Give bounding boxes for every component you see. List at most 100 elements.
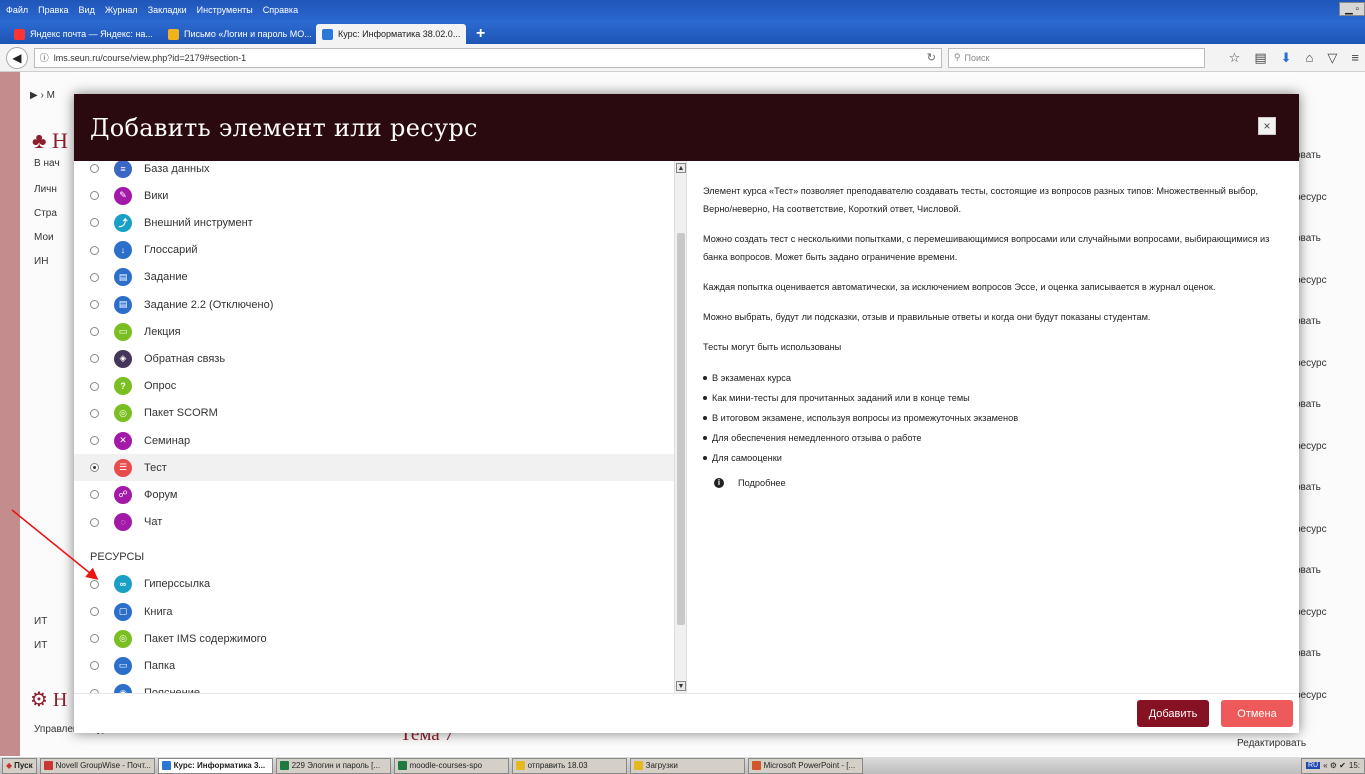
search-input[interactable]: ⚲ Поиск — [947, 47, 1205, 68]
radio-button[interactable] — [90, 327, 99, 337]
activity-option[interactable]: ◎ Пакет IMS содержимого — [74, 625, 674, 652]
radio-button[interactable] — [90, 408, 99, 418]
download-icon[interactable]: ⬇ — [1281, 50, 1292, 66]
taskbar-item-label: 229 Элогин и пароль [... — [291, 761, 381, 770]
radio-button[interactable] — [90, 272, 99, 282]
bg-section-action[interactable]: овать — [1295, 565, 1365, 576]
taskbar-item-1[interactable]: Курс: Информатика 3... — [157, 757, 273, 774]
activity-option[interactable]: ▢ Книга — [74, 598, 674, 625]
taskbar-item-6[interactable]: Microsoft PowerPoint - [... — [747, 757, 863, 774]
language-indicator[interactable]: RU — [1305, 762, 1321, 769]
activity-option[interactable]: ◌ Чат — [74, 509, 674, 536]
menu-item-0[interactable]: Файл — [6, 5, 28, 15]
activity-option[interactable]: ? Опрос — [74, 373, 674, 400]
taskbar-item-4[interactable]: отправить 18.03 — [511, 757, 627, 774]
scroll-up-arrow[interactable]: ▲ — [676, 163, 686, 173]
bg-section-action[interactable]: овать — [1295, 482, 1365, 493]
scroll-down-arrow[interactable]: ▼ — [676, 681, 686, 691]
bg-section-action[interactable]: ресурс — [1295, 358, 1365, 369]
tab-close-icon[interactable]: × — [465, 29, 466, 40]
activity-label: База данных — [144, 162, 210, 175]
activity-option[interactable]: ◉Пояснение — [74, 680, 674, 693]
menu-item-3[interactable]: Журнал — [105, 5, 138, 15]
activity-option[interactable]: ◈ Обратная связь — [74, 345, 674, 372]
start-button[interactable]: ◆ Пуск — [2, 757, 37, 774]
info-icon[interactable]: ⓘ — [40, 51, 49, 64]
bg-section-action[interactable]: ресурс — [1295, 690, 1365, 701]
back-button[interactable]: ◀ — [6, 46, 28, 69]
activity-label: Семинар — [144, 434, 191, 447]
radio-button[interactable] — [90, 579, 99, 589]
bg-section-action[interactable]: овать — [1295, 399, 1365, 410]
menu-item-2[interactable]: Вид — [79, 5, 95, 15]
activity-option[interactable]: ☍ Форум — [74, 481, 674, 508]
radio-button[interactable] — [90, 517, 99, 527]
taskbar-item-2[interactable]: 229 Элогин и пароль [... — [275, 757, 391, 774]
activity-label: Вики — [144, 189, 169, 202]
radio-button[interactable] — [90, 354, 99, 364]
activity-option[interactable]: ▭ Папка — [74, 652, 674, 679]
radio-button[interactable] — [90, 661, 99, 671]
radio-button[interactable] — [90, 164, 99, 173]
activity-option[interactable]: ⤴ Внешний инструмент — [74, 209, 674, 236]
menu-item-4[interactable]: Закладки — [148, 5, 187, 15]
radio-button[interactable] — [90, 381, 99, 391]
edit-link[interactable]: Редактировать — [1237, 738, 1357, 749]
browser-tab-2[interactable]: Курс: Информатика 38.02.0... × — [316, 24, 466, 44]
menu-icon[interactable]: ≡ — [1351, 50, 1359, 66]
new-tab-button[interactable]: + — [470, 24, 491, 44]
bg-section-action[interactable]: ресурс — [1295, 275, 1365, 286]
scroll-thumb[interactable] — [677, 233, 685, 625]
pocket-icon[interactable]: ▽ — [1327, 50, 1337, 66]
cancel-button[interactable]: Отмена — [1221, 700, 1293, 727]
activity-option[interactable]: ▤ Задание — [74, 264, 674, 291]
usage-item: Для самооценки — [703, 448, 1285, 468]
radio-button[interactable] — [90, 607, 99, 616]
add-button[interactable]: Добавить — [1137, 700, 1209, 727]
activity-option[interactable]: ▤ Задание 2.2 (Отключено) — [74, 291, 674, 318]
home-icon[interactable]: ⌂ — [1306, 50, 1314, 66]
url-bar[interactable]: ⓘ lms.seun.ru/course/view.php?id=2179#se… — [33, 47, 942, 68]
activity-option[interactable]: ◎ Пакет SCORM — [74, 400, 674, 427]
close-button[interactable]: × — [1258, 117, 1276, 135]
radio-button[interactable] — [90, 300, 99, 309]
radio-button[interactable] — [90, 634, 99, 644]
bg-section-action[interactable]: овать — [1295, 150, 1365, 161]
info-circle-icon: i — [714, 478, 724, 488]
window-controls[interactable]: ▁ ▫ — [1339, 2, 1365, 16]
radio-button[interactable] — [90, 245, 99, 255]
taskbar-item-5[interactable]: Загрузки — [629, 757, 745, 774]
reading-list-icon[interactable]: ▤ — [1254, 50, 1266, 66]
bg-section-action[interactable]: ресурс — [1295, 441, 1365, 452]
radio-button[interactable] — [90, 191, 99, 201]
reload-icon[interactable]: ↻ — [927, 51, 936, 64]
menu-item-1[interactable]: Правка — [38, 5, 68, 15]
activity-option[interactable]: ✎ Вики — [74, 182, 674, 209]
bg-section-action[interactable]: овать — [1295, 648, 1365, 659]
taskbar-item-3[interactable]: moodle-courses-spo — [393, 757, 509, 774]
activity-option[interactable]: ↓ Глоссарий — [74, 237, 674, 264]
menu-item-6[interactable]: Справка — [263, 5, 298, 15]
radio-button[interactable] — [90, 463, 99, 473]
menu-item-5[interactable]: Инструменты — [197, 5, 253, 15]
bg-section-action[interactable]: овать — [1295, 316, 1365, 327]
radio-button[interactable] — [90, 218, 99, 228]
browser-tab-1[interactable]: Письмо «Логин и пароль МО...× — [162, 24, 312, 44]
activity-option[interactable]: ☰ Тест — [74, 454, 674, 482]
more-help-link[interactable]: i Подробнее — [703, 474, 1285, 492]
activity-option[interactable]: ≡ База данных — [74, 161, 674, 182]
bg-section-action[interactable]: овать — [1295, 233, 1365, 244]
bookmark-star-icon[interactable]: ☆ — [1229, 50, 1241, 66]
browser-tab-0[interactable]: Яндекс почта — Яндекс: на...× — [8, 24, 158, 44]
taskbar-item-0[interactable]: Novell GroupWise - Почт... — [39, 757, 155, 774]
activity-option[interactable]: ✕ Семинар — [74, 427, 674, 454]
bg-section-action[interactable]: ресурс — [1295, 607, 1365, 618]
activity-option[interactable]: ∞ Гиперссылка — [74, 571, 674, 598]
bg-section-action[interactable]: ресурс — [1295, 192, 1365, 203]
bg-section-action[interactable]: ресурс — [1295, 524, 1365, 535]
radio-button[interactable] — [90, 490, 99, 500]
radio-button[interactable] — [90, 436, 99, 445]
activity-option[interactable]: ▭ Лекция — [74, 318, 674, 345]
options-scrollbar[interactable]: ▲ ▼ — [674, 161, 686, 693]
description-paragraph: Тесты могут быть использованы — [703, 342, 842, 352]
